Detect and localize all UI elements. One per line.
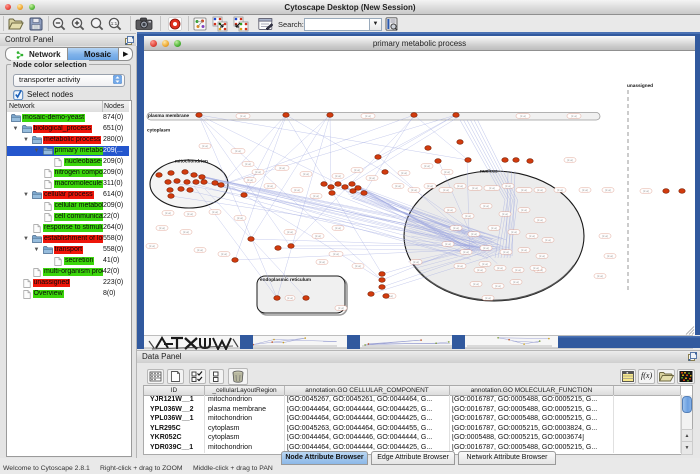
svg-text:(tr-a): (tr-a) [520, 114, 526, 118]
svg-text:(tr-a): (tr-a) [255, 170, 261, 174]
svg-text:(tr-a): (tr-a) [471, 232, 477, 236]
svg-text:(tr-a): (tr-a) [427, 184, 433, 188]
svg-text:(tr-a): (tr-a) [489, 186, 495, 190]
svg-text:(tr-a): (tr-a) [354, 168, 360, 172]
svg-text:(tr-a): (tr-a) [447, 208, 453, 212]
svg-text:(tr-a): (tr-a) [533, 266, 539, 270]
svg-text:(tr-a): (tr-a) [521, 248, 527, 252]
svg-text:(tr-a): (tr-a) [355, 264, 361, 268]
svg-text:(tr-a): (tr-a) [315, 234, 321, 238]
svg-text:(tr-a): (tr-a) [159, 226, 165, 230]
svg-text:(tr-a): (tr-a) [413, 260, 419, 264]
svg-text:(tr-a): (tr-a) [582, 188, 588, 192]
svg-text:plasma membrane: plasma membrane [148, 113, 190, 118]
svg-text:(tr-a): (tr-a) [443, 188, 449, 192]
svg-text:(tr-a): (tr-a) [165, 211, 171, 215]
svg-text:(tr-a): (tr-a) [472, 186, 478, 190]
svg-text:(tr-a): (tr-a) [411, 188, 417, 192]
svg-text:(tr-a): (tr-a) [338, 306, 344, 310]
svg-text:(tr-a): (tr-a) [424, 164, 430, 168]
svg-text:(tr-a): (tr-a) [453, 226, 459, 230]
svg-text:(tr-a): (tr-a) [491, 226, 497, 230]
svg-text:(tr-a): (tr-a) [485, 296, 491, 300]
svg-text:(tr-a): (tr-a) [313, 194, 319, 198]
svg-text:(tr-a): (tr-a) [643, 189, 649, 193]
svg-text:(tr-a): (tr-a) [605, 188, 611, 192]
svg-text:(tr-a): (tr-a) [335, 174, 341, 178]
svg-text:(tr-a): (tr-a) [602, 234, 608, 238]
svg-text:(tr-a): (tr-a) [482, 262, 488, 266]
svg-text:(tr-a): (tr-a) [571, 114, 577, 118]
svg-text:(tr-a): (tr-a) [457, 264, 463, 268]
svg-text:(tr-a): (tr-a) [537, 218, 543, 222]
svg-text:(tr-a): (tr-a) [539, 254, 545, 258]
svg-text:(tr-a): (tr-a) [557, 188, 563, 192]
svg-text:(tr-a): (tr-a) [235, 149, 241, 153]
svg-text:(tr-a): (tr-a) [483, 204, 489, 208]
svg-text:(tr-a): (tr-a) [149, 244, 155, 248]
svg-text:(tr-a): (tr-a) [319, 260, 325, 264]
svg-text:unassigned: unassigned [627, 83, 653, 88]
svg-text:(tr-a): (tr-a) [444, 170, 450, 174]
svg-text:(tr-a): (tr-a) [294, 188, 300, 192]
svg-text:(tr-a): (tr-a) [369, 176, 375, 180]
svg-text:(tr-a): (tr-a) [495, 284, 501, 288]
svg-text:(tr-a): (tr-a) [537, 188, 543, 192]
svg-text:(tr-a): (tr-a) [197, 248, 203, 252]
svg-text:(tr-a): (tr-a) [511, 230, 517, 234]
svg-text:(tr-a): (tr-a) [473, 282, 479, 286]
svg-text:(tr-a): (tr-a) [515, 268, 521, 272]
svg-text:(tr-a): (tr-a) [303, 172, 309, 176]
svg-text:(tr-a): (tr-a) [212, 210, 218, 214]
svg-text:(tr-a): (tr-a) [287, 230, 293, 234]
svg-text:(tr-a): (tr-a) [240, 114, 246, 118]
svg-text:(tr-a): (tr-a) [567, 158, 573, 162]
svg-text:mitochondrion: mitochondrion [175, 159, 208, 164]
svg-text:(tr-a): (tr-a) [287, 296, 293, 300]
svg-text:(tr-a): (tr-a) [521, 188, 527, 192]
svg-text:(tr-a): (tr-a) [502, 212, 508, 216]
svg-text:(tr-a): (tr-a) [245, 162, 251, 166]
svg-text:(tr-a): (tr-a) [267, 184, 273, 188]
svg-text:(tr-a): (tr-a) [463, 250, 469, 254]
svg-text:(tr-a): (tr-a) [607, 254, 613, 258]
svg-text:cytoplasm: cytoplasm [147, 128, 170, 133]
svg-text:(tr-a): (tr-a) [247, 178, 253, 182]
svg-text:(tr-a): (tr-a) [503, 250, 509, 254]
svg-text:(tr-a): (tr-a) [183, 230, 189, 234]
svg-text:(tr-a): (tr-a) [477, 268, 483, 272]
svg-text:(tr-a): (tr-a) [221, 252, 227, 256]
svg-text:(tr-a): (tr-a) [597, 274, 603, 278]
svg-text:(tr-a): (tr-a) [513, 280, 519, 284]
svg-text:1:1: 1:1 [111, 21, 118, 26]
svg-text:(tr-a): (tr-a) [237, 216, 243, 220]
svg-text:(tr-a): (tr-a) [445, 242, 451, 246]
svg-text:(tr-a): (tr-a) [395, 184, 401, 188]
svg-text:(tr-a): (tr-a) [279, 166, 285, 170]
svg-text:(tr-a): (tr-a) [333, 252, 339, 256]
svg-text:endoplasmic reticulum: endoplasmic reticulum [260, 277, 311, 282]
svg-text:(tr-a): (tr-a) [335, 226, 341, 230]
svg-text:(tr-a): (tr-a) [202, 144, 208, 148]
svg-text:(tr-a): (tr-a) [187, 212, 193, 216]
svg-text:(tr-a): (tr-a) [457, 184, 463, 188]
svg-text:(tr-a): (tr-a) [505, 184, 511, 188]
svg-text:(tr-a): (tr-a) [497, 266, 503, 270]
svg-text:(tr-a): (tr-a) [483, 246, 489, 250]
svg-text:(tr-a): (tr-a) [521, 208, 527, 212]
svg-text:(tr-a): (tr-a) [401, 171, 407, 175]
svg-text:(tr-a): (tr-a) [365, 114, 371, 118]
svg-text:(tr-a): (tr-a) [529, 234, 535, 238]
svg-text:(tr-a): (tr-a) [465, 214, 471, 218]
svg-text:(tr-a): (tr-a) [545, 238, 551, 242]
